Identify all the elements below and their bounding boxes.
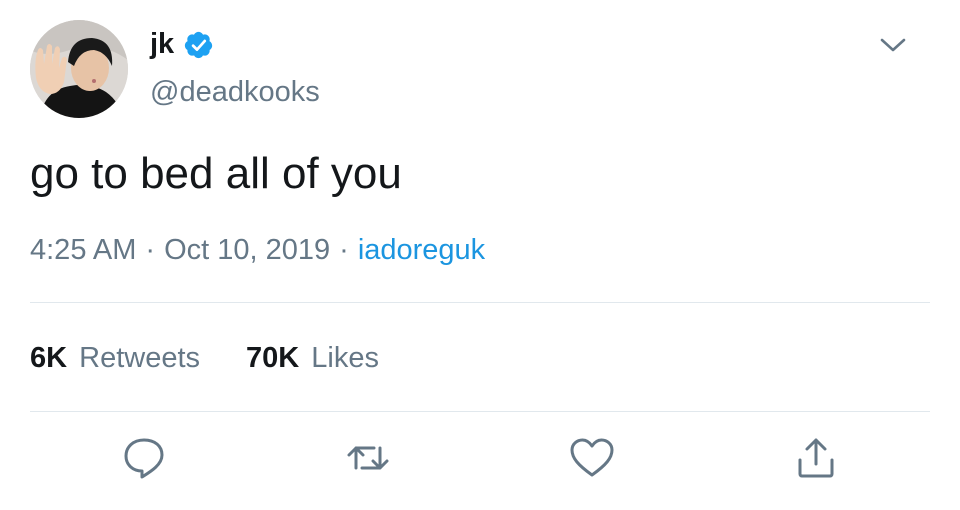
reply-button[interactable] <box>120 434 168 482</box>
divider <box>30 411 930 412</box>
retweet-button[interactable] <box>344 434 392 482</box>
likes-label: Likes <box>311 342 379 374</box>
tweet-meta: 4:25 AM · Oct 10, 2019 · iadoreguk <box>30 232 485 268</box>
tweet-date[interactable]: Oct 10, 2019 <box>164 234 330 266</box>
share-icon <box>798 438 834 478</box>
heart-icon <box>570 438 614 477</box>
likes-count: 70K <box>246 342 300 374</box>
tweet-time[interactable]: 4:25 AM <box>30 234 136 266</box>
tweet-text: go to bed all of you <box>30 149 402 198</box>
retweets-label: Retweets <box>79 342 201 374</box>
tweet-card: jk @deadkooks go to bed all of you 4:25 … <box>0 0 960 510</box>
author-name[interactable]: jk <box>150 26 174 62</box>
tweet-source-link[interactable]: iadoreguk <box>358 234 485 266</box>
verified-badge-icon <box>184 31 213 59</box>
retweets-count: 6K <box>30 342 68 374</box>
meta-separator: · <box>339 234 349 266</box>
chevron-down-icon[interactable] <box>878 30 908 60</box>
meta-separator: · <box>145 234 156 266</box>
tweet-stats: 6K Retweets 70K Likes <box>30 340 425 376</box>
likes-stat[interactable]: 70K Likes <box>246 340 379 376</box>
author-avatar[interactable] <box>30 20 128 118</box>
reply-icon <box>124 438 164 479</box>
like-button[interactable] <box>568 434 616 482</box>
divider <box>30 302 930 303</box>
share-button[interactable] <box>792 434 840 482</box>
retweet-icon <box>347 446 389 470</box>
retweets-stat[interactable]: 6K Retweets <box>30 340 200 376</box>
author-handle[interactable]: @deadkooks <box>150 74 320 110</box>
